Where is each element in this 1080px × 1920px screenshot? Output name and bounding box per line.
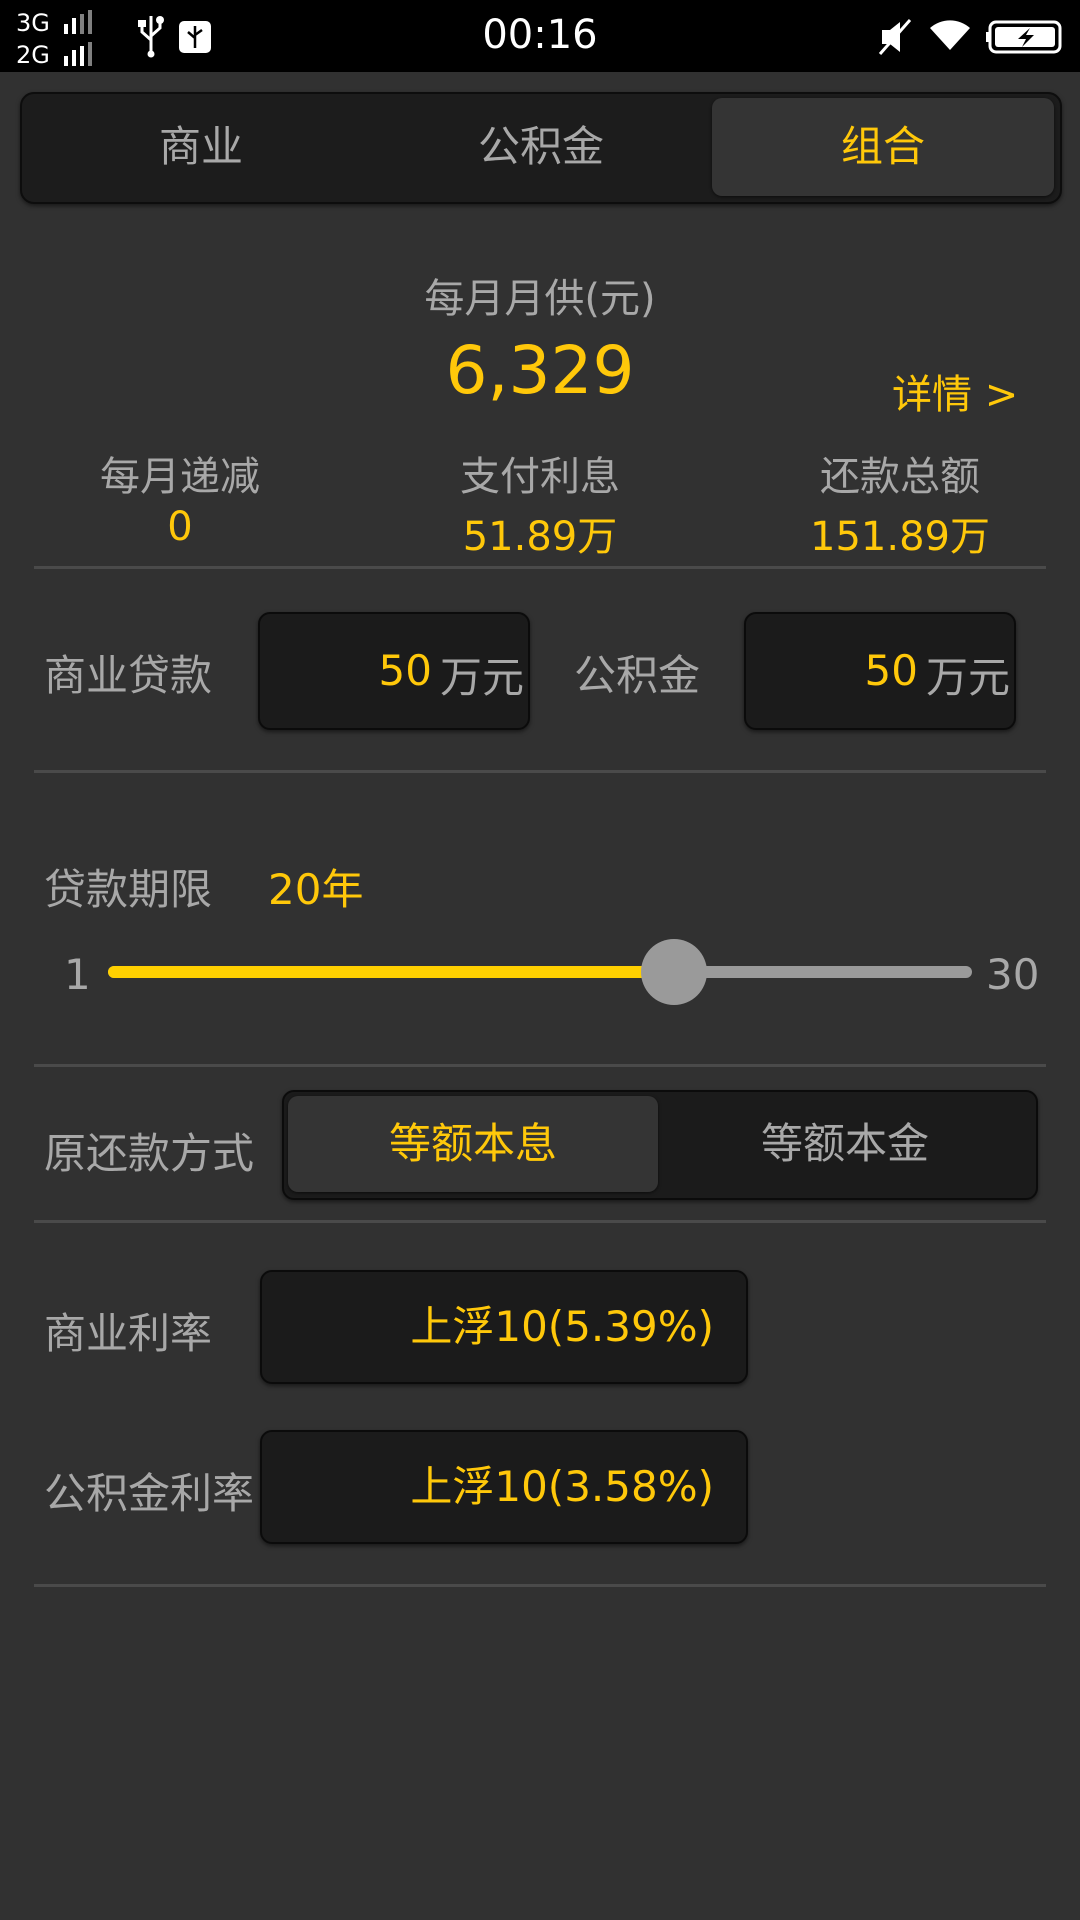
divider [34, 1064, 1046, 1067]
slider-max-label: 30 [986, 950, 1040, 999]
tab-combined[interactable]: 组合 [712, 98, 1054, 196]
stat-interest-label: 支付利息 [460, 454, 620, 500]
term-slider-thumb[interactable] [641, 939, 708, 1005]
divider [34, 770, 1046, 773]
stat-total-label: 还款总额 [820, 454, 980, 500]
loan-term-value: 20年 [268, 865, 364, 914]
status-clock: 00:16 [482, 12, 598, 58]
tab-housing-fund[interactable]: 公积金 [370, 98, 712, 196]
repayment-method-label: 原还款方式 [44, 1129, 255, 1178]
wifi-icon [930, 20, 970, 50]
term-slider-fill [108, 966, 675, 978]
option-equal-principal[interactable]: 等额本金 [660, 1096, 1030, 1192]
commercial-rate-label: 商业利率 [44, 1309, 213, 1358]
commercial-loan-label: 商业贷款 [44, 651, 213, 700]
status-bar: 3G 2G 00:16 [0, 0, 1080, 72]
commercial-rate-value: 上浮10(5.39%) [410, 1302, 714, 1351]
slider-min-label: 1 [64, 950, 91, 999]
details-link[interactable]: 详情 > [892, 362, 1018, 420]
fund-rate-label: 公积金利率 [44, 1469, 255, 1518]
stat-interest-value: 51.89万 [462, 514, 618, 560]
stat-monthly-decrease-label: 每月递减 [100, 454, 260, 500]
fund-loan-unit: 万元 [925, 653, 1010, 702]
stat-monthly-decrease-value: 0 [167, 504, 193, 550]
fund-loan-input[interactable]: 50 万元 [744, 612, 1016, 730]
fund-rate-value: 上浮10(3.58%) [410, 1462, 714, 1511]
loan-type-tabs: 商业 公积金 组合 [20, 92, 1062, 204]
loan-term-label: 贷款期限 [44, 865, 213, 914]
divider [34, 1220, 1046, 1223]
divider [34, 1584, 1046, 1587]
repayment-method-toggle: 等额本息 等额本金 [282, 1090, 1038, 1200]
commercial-loan-value: 50 [378, 646, 432, 695]
commercial-loan-unit: 万元 [439, 653, 524, 702]
commercial-loan-input[interactable]: 50 万元 [258, 612, 530, 730]
fund-rate-select[interactable]: 上浮10(3.58%) [260, 1430, 748, 1544]
option-equal-installment[interactable]: 等额本息 [288, 1096, 658, 1192]
monthly-payment-label: 每月月供(元) [424, 276, 656, 322]
fund-loan-value: 50 [864, 646, 918, 695]
battery-charging-icon [986, 20, 1062, 54]
stat-total-value: 151.89万 [810, 514, 990, 560]
divider [34, 566, 1046, 569]
fund-loan-label: 公积金 [574, 651, 701, 700]
tab-commercial[interactable]: 商业 [30, 98, 372, 196]
mute-icon [878, 19, 912, 55]
commercial-rate-select[interactable]: 上浮10(5.39%) [260, 1270, 748, 1384]
